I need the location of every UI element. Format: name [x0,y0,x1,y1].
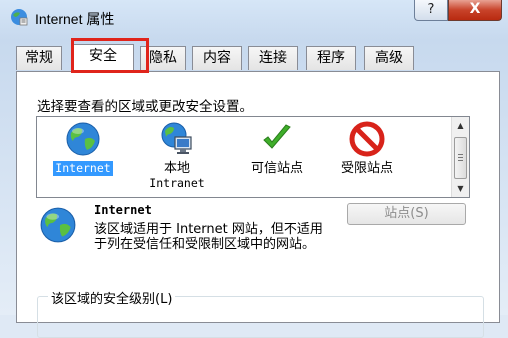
zone-local-intranet[interactable]: 本地 Intranet [132,121,222,190]
tab-general[interactable]: 常规 [16,46,62,70]
grip-line [458,157,463,158]
tab-content[interactable]: 内容 [192,46,242,70]
scroll-down-arrow-icon[interactable]: ▼ [452,180,469,197]
dialog-window: Internet 属性 ? X 常规 安全 隐私 内容 连接 程序 高级 选择要… [0,0,508,338]
zone-trusted-sites[interactable]: 可信站点 [232,121,322,176]
checkmark-icon [263,124,291,149]
no-entry-icon [349,121,385,157]
security-panel: 选择要查看的区域或更改安全设置。 Internet 本地 Intranet 可信… [16,71,500,338]
window-title: Internet 属性 [35,11,115,27]
help-button[interactable]: ? [414,0,448,21]
grip-line [458,154,463,155]
zone-list: Internet 本地 Intranet 可信站点 受限站点 ▲ ▼ [36,116,470,198]
zone-label: 受限站点 [340,161,393,176]
scroll-up-arrow-icon[interactable]: ▲ [452,117,469,134]
globe-icon [66,122,100,156]
tab-connections[interactable]: 连接 [248,46,298,70]
tab-advanced[interactable]: 高级 [364,46,414,70]
grip-line [458,160,463,161]
security-level-label: 该区域的安全级别(L) [48,288,176,307]
internet-options-icon [11,9,28,26]
zone-prompt: 选择要查看的区域或更改安全设置。 [37,99,253,115]
tab-programs[interactable]: 程序 [306,46,356,70]
title-bar[interactable]: Internet 属性 ? X [0,0,508,32]
zone-title: Internet [94,203,152,217]
globe-icon [40,207,76,243]
zone-list-scrollbar[interactable]: ▲ ▼ [451,117,469,197]
zone-label: 本地 [163,161,190,176]
tab-highlight-box [71,38,149,73]
sites-button[interactable]: 站点(S) [347,203,466,225]
local-intranet-icon [161,122,192,154]
zone-sublabel: Intranet [149,176,205,190]
zone-label: 可信站点 [250,161,303,176]
zone-description: 该区域适用于 Internet 网站，但不适用于列在受信任和受限制区域中的网站。 [94,222,323,252]
zone-restricted-sites[interactable]: 受限站点 [322,121,412,176]
zone-internet[interactable]: Internet [38,121,128,176]
scroll-thumb[interactable] [454,137,467,179]
zone-label: Internet [53,161,113,176]
security-level-group: 该区域的安全级别(L) [37,288,484,338]
close-button[interactable]: X [448,0,502,21]
